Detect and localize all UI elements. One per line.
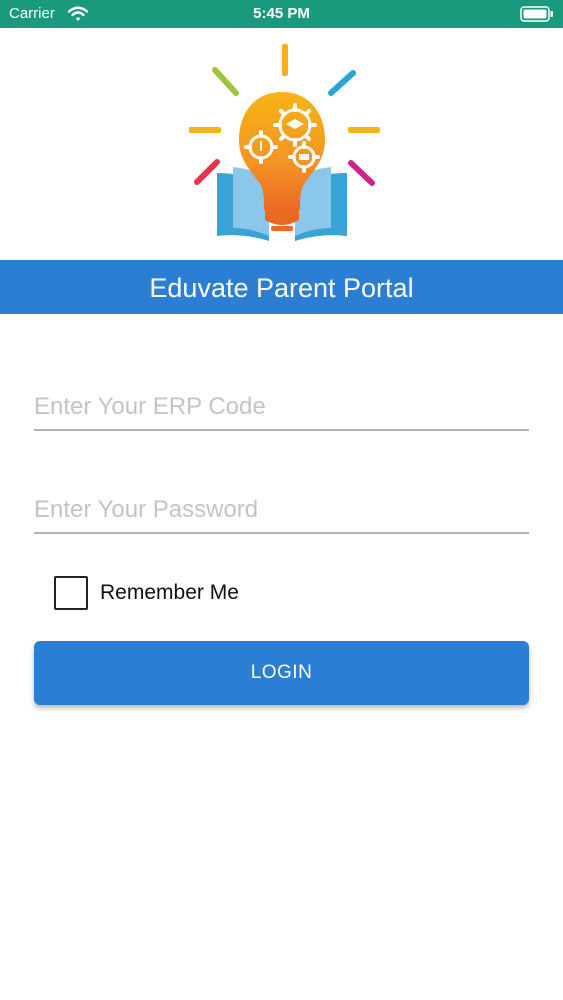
remember-me-label: Remember Me: [100, 581, 239, 604]
header-banner: Eduvate Parent Portal: [0, 260, 563, 314]
remember-me-checkbox[interactable]: [54, 576, 88, 610]
erp-code-input[interactable]: [34, 385, 529, 431]
login-button[interactable]: LOGIN: [34, 641, 529, 705]
battery-icon: [520, 6, 553, 22]
status-bar: Carrier 5:45 PM: [0, 0, 563, 28]
clock: 5:45 PM: [253, 5, 310, 22]
page-title: Eduvate Parent Portal: [149, 273, 414, 303]
password-input[interactable]: [34, 488, 529, 534]
eduvate-logo: [189, 44, 380, 241]
